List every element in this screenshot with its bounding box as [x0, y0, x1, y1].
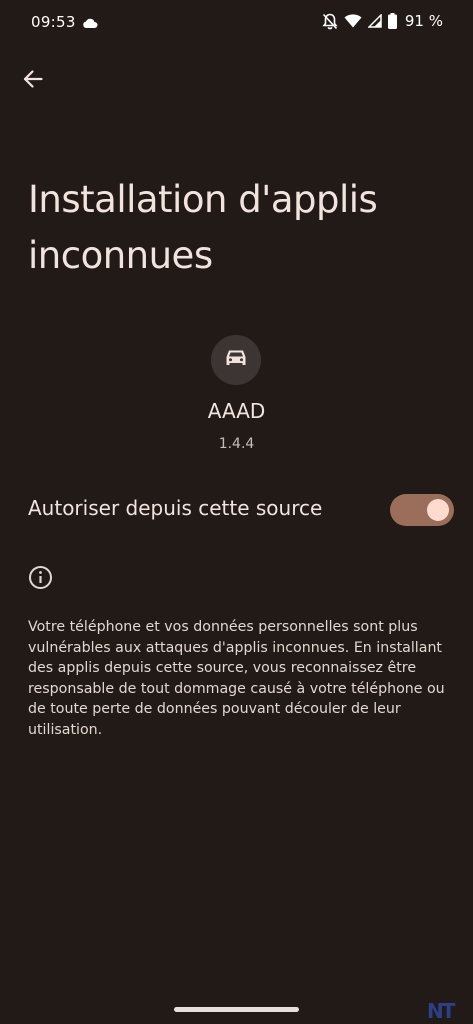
warning-text: Votre téléphone et vos données personnel… [28, 619, 445, 738]
notifications-off-icon [322, 13, 338, 30]
allow-source-label: Autoriser depuis cette source [28, 496, 323, 520]
allow-source-toggle[interactable] [390, 494, 454, 526]
app-version: 1.4.4 [218, 436, 255, 452]
status-bar: 09:53 91 % [0, 0, 473, 46]
back-button[interactable] [14, 62, 52, 100]
wifi-icon [344, 14, 362, 28]
car-icon [224, 348, 248, 372]
gesture-nav-handle[interactable] [174, 1007, 299, 1012]
arrow-left-icon [23, 69, 43, 93]
screen: 09:53 91 % Installation d'applis inconnu… [0, 0, 473, 1024]
app-name: AAAD [207, 399, 266, 423]
toggle-thumb [427, 499, 449, 521]
battery-percent: 91 % [404, 12, 443, 30]
status-icons: 91 % [322, 12, 443, 30]
app-icon [211, 335, 261, 385]
page-title: Installation d'applis inconnues [28, 178, 378, 277]
allow-source-setting[interactable]: Autoriser depuis cette source [0, 480, 473, 540]
info-icon [28, 565, 53, 594]
status-time: 09:53 [31, 13, 76, 31]
battery-icon [387, 13, 397, 29]
watermark: NT [427, 999, 455, 1023]
cloud-icon [82, 14, 98, 33]
signal-icon [367, 14, 382, 28]
